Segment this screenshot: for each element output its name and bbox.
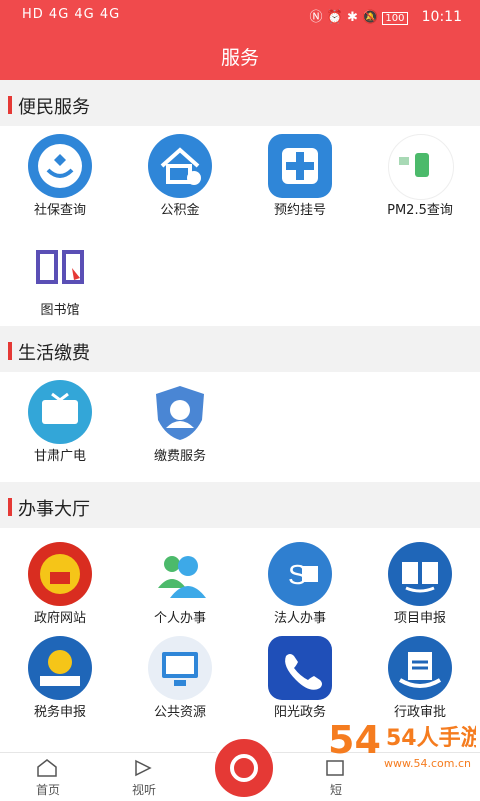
social-security-icon	[28, 134, 92, 198]
page-title: 服务	[220, 47, 259, 69]
tab-video[interactable]: 视听	[96, 753, 192, 801]
service-label: 图书馆	[40, 303, 80, 318]
service-public-resources[interactable]: 公共资源	[120, 628, 240, 728]
service-legal-person[interactable]: S 法人办事	[240, 534, 360, 634]
house-fund-icon	[148, 134, 212, 198]
people-icon	[148, 542, 212, 606]
service-label: 政府网站	[33, 611, 86, 626]
status-bar: HD 4G 4G 4G Ⓝ ⏰ ✱ 🔕 100 10:11	[0, 0, 480, 30]
nfc-icon: Ⓝ	[309, 10, 323, 25]
service-label: 税务申报	[33, 705, 86, 720]
section-title: 办事大厅	[18, 499, 90, 520]
service-appointment[interactable]: 预约挂号	[240, 126, 360, 226]
play-icon	[132, 759, 154, 777]
clock: 10:11	[421, 9, 462, 25]
service-label: 公共资源	[153, 705, 206, 720]
section-marker	[8, 96, 12, 114]
project-book-icon	[388, 542, 452, 606]
service-tax[interactable]: 税务申报	[0, 628, 120, 728]
national-emblem-icon	[28, 542, 92, 606]
svg-text:54人手游网: 54人手游网	[386, 725, 476, 751]
convenience-grid: 社保查询 公积金 预约挂号 PM2.5查询 图书馆	[0, 126, 480, 326]
tv-icon	[28, 380, 92, 444]
library-book-icon	[28, 234, 92, 298]
svg-text:54: 54	[328, 718, 381, 762]
service-label: 甘肃广电	[33, 449, 86, 464]
signal-status: HD 4G 4G 4G	[22, 7, 121, 22]
service-project[interactable]: 项目申报	[360, 534, 480, 634]
service-label: 公积金	[160, 203, 200, 218]
service-payment[interactable]: 缴费服务	[120, 372, 240, 472]
service-label: PM2.5查询	[387, 203, 453, 218]
legal-book-icon: S	[268, 542, 332, 606]
service-label: 社保查询	[33, 203, 86, 218]
service-pm25[interactable]: PM2.5查询	[360, 126, 480, 226]
service-label: 预约挂号	[273, 203, 326, 218]
center-headset-button[interactable]	[212, 736, 276, 800]
payment-grid: 甘肃广电 缴费服务	[0, 372, 480, 482]
service-label: 项目申报	[393, 611, 446, 626]
pm25-icon	[388, 134, 454, 200]
bluetooth-icon: ✱	[347, 10, 358, 25]
hospital-appointment-icon	[268, 134, 332, 198]
section-header-hall: 办事大厅	[0, 484, 480, 528]
section-marker	[8, 342, 12, 360]
service-gov-website[interactable]: 政府网站	[0, 534, 120, 634]
service-gansu-tv[interactable]: 甘肃广电	[0, 372, 120, 472]
computer-icon	[148, 636, 212, 700]
alarm-icon: ⏰	[326, 10, 343, 25]
service-label: 缴费服务	[153, 449, 206, 464]
section-title: 便民服务	[18, 97, 90, 118]
service-label: 个人办事	[153, 611, 206, 626]
service-personal[interactable]: 个人办事	[120, 534, 240, 634]
phone-icon	[268, 636, 332, 700]
svg-text:www.54.com.cn: www.54.com.cn	[384, 757, 471, 770]
battery-icon: 100	[382, 12, 408, 25]
mute-icon: 🔕	[362, 10, 379, 25]
tab-home[interactable]: 首页	[0, 753, 96, 801]
tax-emblem-icon	[28, 636, 92, 700]
payment-shield-icon	[148, 380, 212, 444]
tab-label: 视听	[131, 783, 156, 797]
section-title: 生活缴费	[18, 343, 90, 364]
section-marker	[8, 498, 12, 516]
service-label: 法人办事	[273, 611, 326, 626]
service-social-security[interactable]: 社保查询	[0, 126, 120, 226]
service-library[interactable]: 图书馆	[0, 226, 120, 326]
watermark-logo: 54 54人手游网 www.54.com.cn	[326, 705, 480, 795]
home-icon	[36, 759, 58, 777]
status-right: Ⓝ ⏰ ✱ 🔕 100 10:11	[310, 6, 462, 25]
service-housing-fund[interactable]: 公积金	[120, 126, 240, 226]
headset-icon	[230, 754, 258, 782]
tab-label: 首页	[35, 783, 60, 797]
app-header: 服务	[0, 30, 480, 80]
approval-icon	[388, 636, 452, 700]
section-header-payment: 生活缴费	[0, 328, 480, 372]
section-header-convenience: 便民服务	[0, 82, 480, 126]
